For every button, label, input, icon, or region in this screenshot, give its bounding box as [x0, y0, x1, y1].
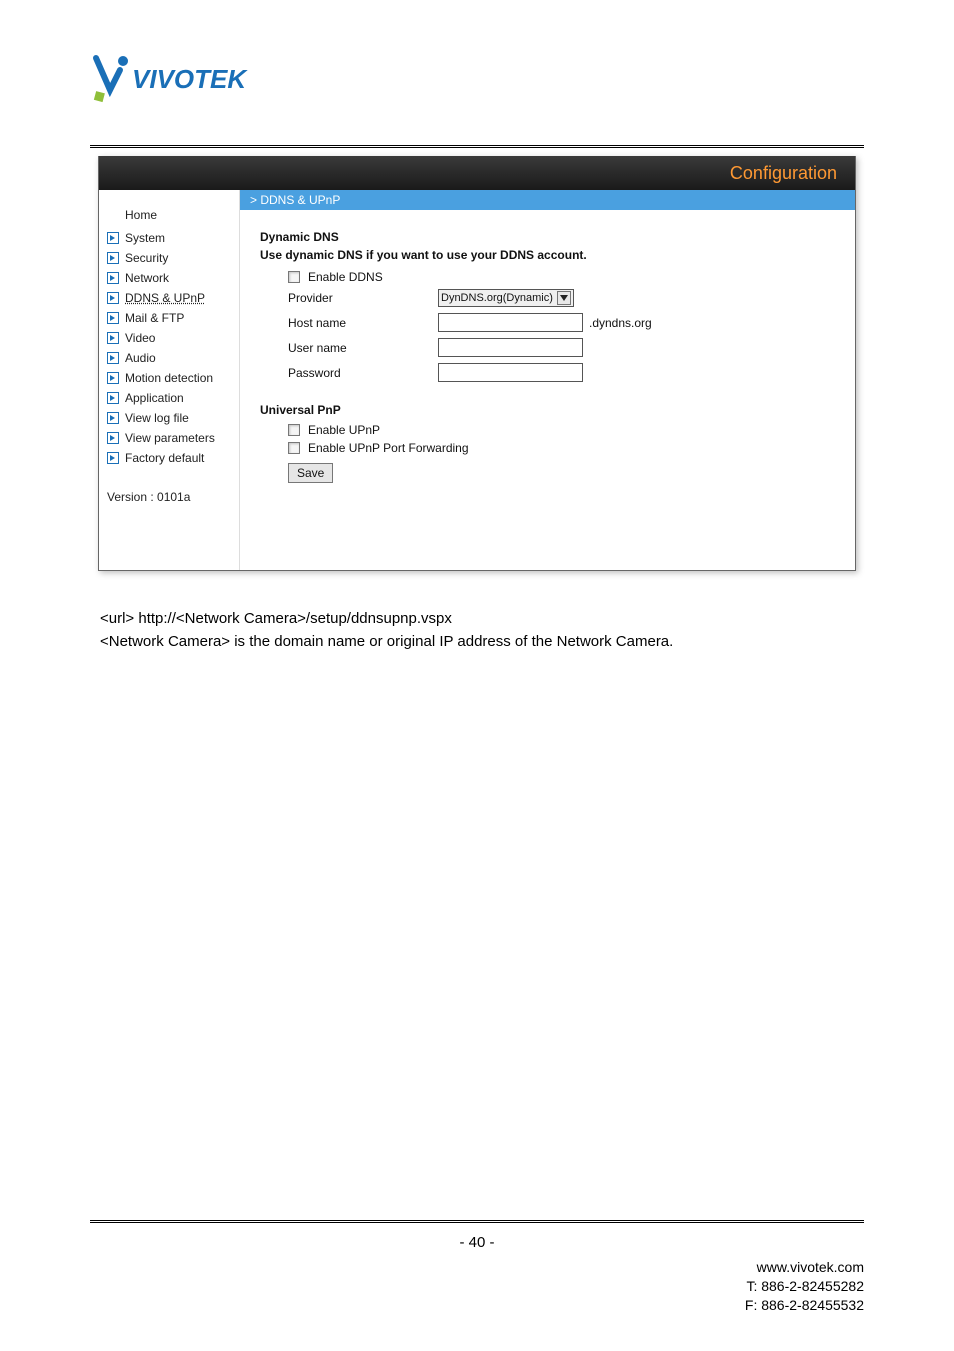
top-divider — [90, 145, 864, 148]
sidebar-item-motion-detection[interactable]: Motion detection — [99, 368, 239, 388]
sidebar-nav: Home System Security Network DDNS & UPnP — [99, 190, 239, 570]
sidebar-item-system[interactable]: System — [99, 228, 239, 248]
logo-text: VIVOTEK — [132, 64, 248, 94]
breadcrumb: > DDNS & UPnP — [240, 190, 855, 210]
arrow-icon — [107, 292, 119, 304]
arrow-icon — [107, 392, 119, 404]
version-label: Version : 0101a — [99, 468, 239, 504]
arrow-icon — [107, 452, 119, 464]
arrow-icon — [107, 232, 119, 244]
sidebar-item-audio[interactable]: Audio — [99, 348, 239, 368]
sidebar-item-application[interactable]: Application — [99, 388, 239, 408]
sidebar-item-video[interactable]: Video — [99, 328, 239, 348]
enable-upnp-port-checkbox[interactable] — [288, 442, 300, 454]
arrow-icon — [107, 252, 119, 264]
upnp-section-title: Universal PnP — [260, 403, 835, 417]
footer-site: www.vivotek.com — [745, 1258, 864, 1277]
hostname-suffix: .dyndns.org — [589, 316, 652, 330]
footer-tel: T: 886-2-82455282 — [745, 1277, 864, 1296]
sidebar-item-view-log-file[interactable]: View log file — [99, 408, 239, 428]
arrow-icon — [107, 352, 119, 364]
footer-contact: www.vivotek.com T: 886-2-82455282 F: 886… — [745, 1258, 864, 1315]
provider-select[interactable]: DynDNS.org(Dynamic) — [438, 289, 574, 307]
url-line: <url> http://<Network Camera>/setup/ddns… — [100, 607, 854, 630]
sidebar-item-security[interactable]: Security — [99, 248, 239, 268]
username-label: User name — [288, 341, 438, 355]
config-title-bar: Configuration — [99, 156, 855, 190]
hostname-label: Host name — [288, 316, 438, 330]
config-screenshot: Configuration Home System Security Netwo… — [98, 156, 856, 571]
ddns-section-title: Dynamic DNS — [260, 230, 835, 244]
arrow-icon — [107, 312, 119, 324]
password-label: Password — [288, 366, 438, 380]
vivotek-logo-icon: VIVOTEK — [90, 50, 290, 105]
password-input[interactable] — [438, 363, 583, 382]
arrow-icon — [107, 332, 119, 344]
provider-label: Provider — [288, 291, 438, 305]
arrow-icon — [107, 372, 119, 384]
chevron-down-icon — [557, 291, 571, 305]
hostname-input[interactable] — [438, 313, 583, 332]
ddns-subtitle: Use dynamic DNS if you want to use your … — [260, 248, 835, 262]
page-number: - 40 - — [0, 1234, 954, 1251]
url-explain: <Network Camera> is the domain name or o… — [100, 630, 854, 653]
enable-upnp-checkbox[interactable] — [288, 424, 300, 436]
enable-ddns-checkbox[interactable] — [288, 271, 300, 283]
enable-upnp-label: Enable UPnP — [308, 423, 380, 437]
username-input[interactable] — [438, 338, 583, 357]
save-button[interactable]: Save — [288, 463, 333, 483]
footer-fax: F: 886-2-82455532 — [745, 1296, 864, 1315]
config-title: Configuration — [730, 163, 837, 184]
enable-ddns-label: Enable DDNS — [308, 270, 383, 284]
footer-divider — [90, 1220, 864, 1223]
arrow-icon — [107, 272, 119, 284]
arrow-icon — [107, 432, 119, 444]
sidebar-item-network[interactable]: Network — [99, 268, 239, 288]
sidebar-item-view-parameters[interactable]: View parameters — [99, 428, 239, 448]
sidebar-item-factory-default[interactable]: Factory default — [99, 448, 239, 468]
brand-logo: VIVOTEK — [90, 50, 864, 105]
sidebar-item-ddns-upnp[interactable]: DDNS & UPnP — [99, 288, 239, 308]
sidebar-item-home[interactable]: Home — [99, 204, 239, 228]
sidebar-item-mail-ftp[interactable]: Mail & FTP — [99, 308, 239, 328]
arrow-icon — [107, 412, 119, 424]
enable-upnp-port-label: Enable UPnP Port Forwarding — [308, 441, 469, 455]
